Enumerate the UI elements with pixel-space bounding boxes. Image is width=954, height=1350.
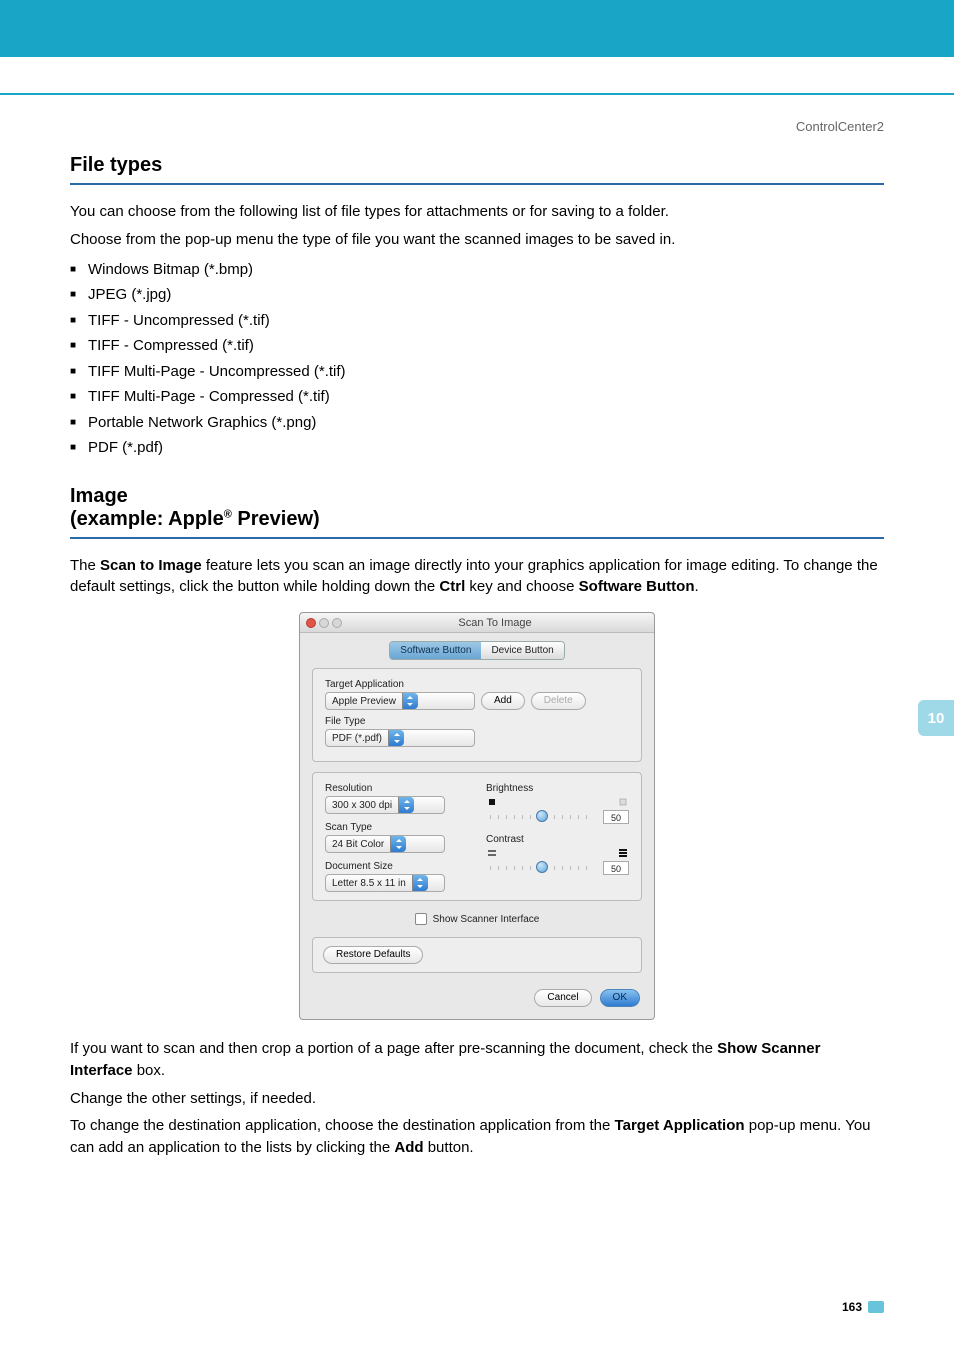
scan-to-image-dialog: Scan To Image Software Button Device But… bbox=[299, 612, 655, 1020]
cancel-button[interactable]: Cancel bbox=[534, 989, 591, 1007]
updown-icon bbox=[402, 693, 418, 709]
section-title-image: Image (example: Apple® Preview) bbox=[70, 485, 884, 531]
after-para-3: To change the destination application, c… bbox=[70, 1115, 884, 1159]
file-types-intro-1: You can choose from the following list o… bbox=[70, 201, 884, 223]
after-para-2: Change the other settings, if needed. bbox=[70, 1088, 884, 1110]
target-app-label: Target Application bbox=[325, 679, 629, 690]
page-decoration-icon bbox=[868, 1301, 884, 1313]
list-item: Windows Bitmap (*.bmp) bbox=[70, 257, 884, 283]
chapter-tab: 10 bbox=[918, 700, 954, 736]
contrast-high-icon bbox=[617, 847, 629, 859]
updown-icon bbox=[398, 797, 414, 813]
close-icon[interactable] bbox=[306, 618, 316, 628]
sun-light-icon bbox=[617, 796, 629, 808]
resolution-select[interactable]: 300 x 300 dpi bbox=[325, 796, 445, 814]
section-title-file-types: File types bbox=[70, 154, 884, 177]
divider bbox=[70, 183, 884, 185]
sun-dark-icon bbox=[486, 796, 498, 808]
ok-button[interactable]: OK bbox=[600, 989, 640, 1007]
file-types-intro-2: Choose from the pop-up menu the type of … bbox=[70, 229, 884, 251]
delete-button[interactable]: Delete bbox=[531, 692, 586, 710]
scan-type-label: Scan Type bbox=[325, 822, 468, 833]
context-label: ControlCenter2 bbox=[70, 119, 884, 134]
list-item: TIFF Multi-Page - Compressed (*.tif) bbox=[70, 384, 884, 410]
after-para-1: If you want to scan and then crop a port… bbox=[70, 1038, 884, 1082]
minimize-icon bbox=[319, 618, 329, 628]
doc-size-label: Document Size bbox=[325, 861, 468, 872]
tab-segment: Software Button Device Button bbox=[389, 641, 564, 660]
image-intro: The Scan to Image feature lets you scan … bbox=[70, 555, 884, 599]
list-item: TIFF Multi-Page - Uncompressed (*.tif) bbox=[70, 359, 884, 385]
page-number: 163 bbox=[842, 1300, 884, 1314]
contrast-slider[interactable] bbox=[490, 866, 593, 870]
doc-size-select[interactable]: Letter 8.5 x 11 in bbox=[325, 874, 445, 892]
contrast-label: Contrast bbox=[486, 834, 629, 845]
contrast-low-icon bbox=[486, 847, 498, 859]
list-item: TIFF - Compressed (*.tif) bbox=[70, 333, 884, 359]
resolution-label: Resolution bbox=[325, 783, 468, 794]
tab-software-button[interactable]: Software Button bbox=[390, 642, 481, 659]
show-scanner-checkbox[interactable] bbox=[415, 913, 427, 925]
dialog-title: Scan To Image bbox=[342, 617, 648, 629]
scan-type-select[interactable]: 24 Bit Color bbox=[325, 835, 445, 853]
dialog-titlebar[interactable]: Scan To Image bbox=[300, 613, 654, 633]
updown-icon bbox=[390, 836, 406, 852]
add-button[interactable]: Add bbox=[481, 692, 525, 710]
updown-icon bbox=[388, 730, 404, 746]
header-bar bbox=[0, 0, 954, 95]
updown-icon bbox=[412, 875, 428, 891]
file-type-select[interactable]: PDF (*.pdf) bbox=[325, 729, 475, 747]
target-app-select[interactable]: Apple Preview bbox=[325, 692, 475, 710]
zoom-icon bbox=[332, 618, 342, 628]
contrast-value: 50 bbox=[603, 861, 629, 875]
brightness-label: Brightness bbox=[486, 783, 629, 794]
file-type-label: File Type bbox=[325, 716, 629, 727]
list-item: JPEG (*.jpg) bbox=[70, 282, 884, 308]
list-item: TIFF - Uncompressed (*.tif) bbox=[70, 308, 884, 334]
show-scanner-label: Show Scanner Interface bbox=[433, 914, 540, 925]
brightness-slider[interactable] bbox=[490, 815, 593, 819]
list-item: Portable Network Graphics (*.png) bbox=[70, 410, 884, 436]
file-types-list: Windows Bitmap (*.bmp) JPEG (*.jpg) TIFF… bbox=[70, 257, 884, 461]
divider bbox=[70, 537, 884, 539]
list-item: PDF (*.pdf) bbox=[70, 435, 884, 461]
brightness-value: 50 bbox=[603, 810, 629, 824]
tab-device-button[interactable]: Device Button bbox=[481, 642, 563, 659]
restore-defaults-button[interactable]: Restore Defaults bbox=[323, 946, 423, 964]
